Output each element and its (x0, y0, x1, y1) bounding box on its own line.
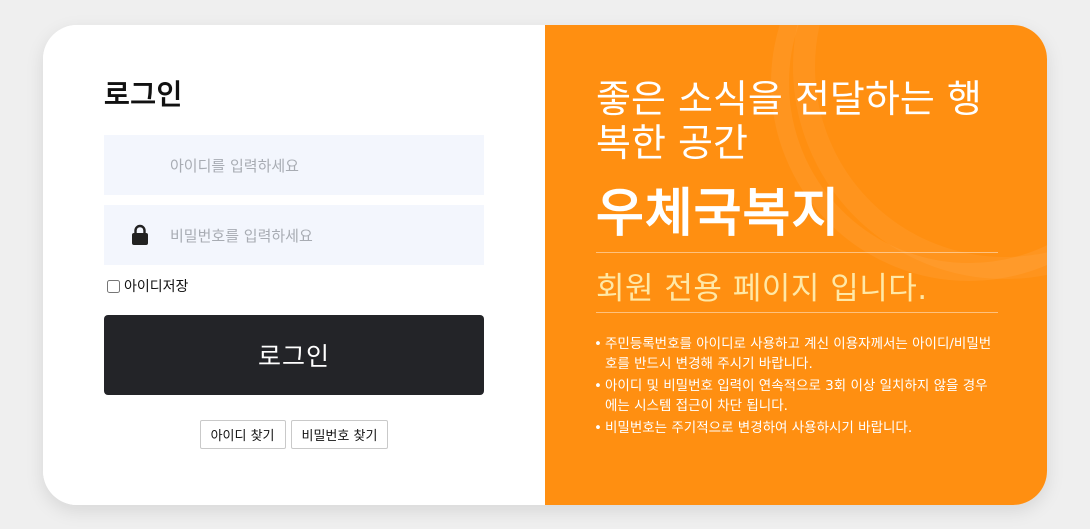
info-banner: 좋은 소식을 전달하는 행복한 공간 우체국복지 회원 전용 페이지 입니다. … (545, 25, 1047, 505)
login-button[interactable]: 로그인 (104, 315, 484, 395)
password-input[interactable] (168, 205, 472, 267)
divider (596, 312, 998, 313)
notice-list: 주민등록번호를 아이디로 사용하고 계신 이용자께서는 아이디/비밀번호를 반드… (594, 334, 994, 440)
login-card: 로그인 아이디저장 로그인 아이디 찾기 비밀번호 찾기 좋은 소식을 전달하는… (43, 25, 1047, 505)
remember-id-label: 아이디저장 (124, 279, 189, 295)
banner-brand: 우체국복지 (596, 184, 841, 244)
login-title: 로그인 (104, 78, 183, 111)
notice-item: 비밀번호는 주기적으로 변경하여 사용하시기 바랍니다. (594, 418, 994, 438)
notice-item: 아이디 및 비밀번호 입력이 연속적으로 3회 이상 일치하지 않을 경우에는 … (594, 376, 994, 416)
id-field-container (104, 135, 484, 197)
find-account-links: 아이디 찾기 비밀번호 찾기 (43, 420, 545, 449)
lock-icon (132, 224, 148, 245)
banner-slogan: 좋은 소식을 전달하는 행복한 공간 (596, 77, 982, 165)
member-only-text: 회원 전용 페이지 입니다. (596, 271, 928, 307)
remember-id-option[interactable]: 아이디저장 (107, 276, 188, 296)
id-input[interactable] (168, 135, 472, 197)
divider (596, 252, 998, 253)
password-field-container (104, 205, 484, 267)
remember-id-checkbox[interactable] (107, 279, 120, 293)
notice-item: 주민등록번호를 아이디로 사용하고 계신 이용자께서는 아이디/비밀번호를 반드… (594, 334, 994, 374)
find-password-button[interactable]: 비밀번호 찾기 (290, 420, 389, 449)
find-id-button[interactable]: 아이디 찾기 (199, 420, 286, 449)
login-panel: 로그인 아이디저장 로그인 아이디 찾기 비밀번호 찾기 (43, 25, 545, 505)
